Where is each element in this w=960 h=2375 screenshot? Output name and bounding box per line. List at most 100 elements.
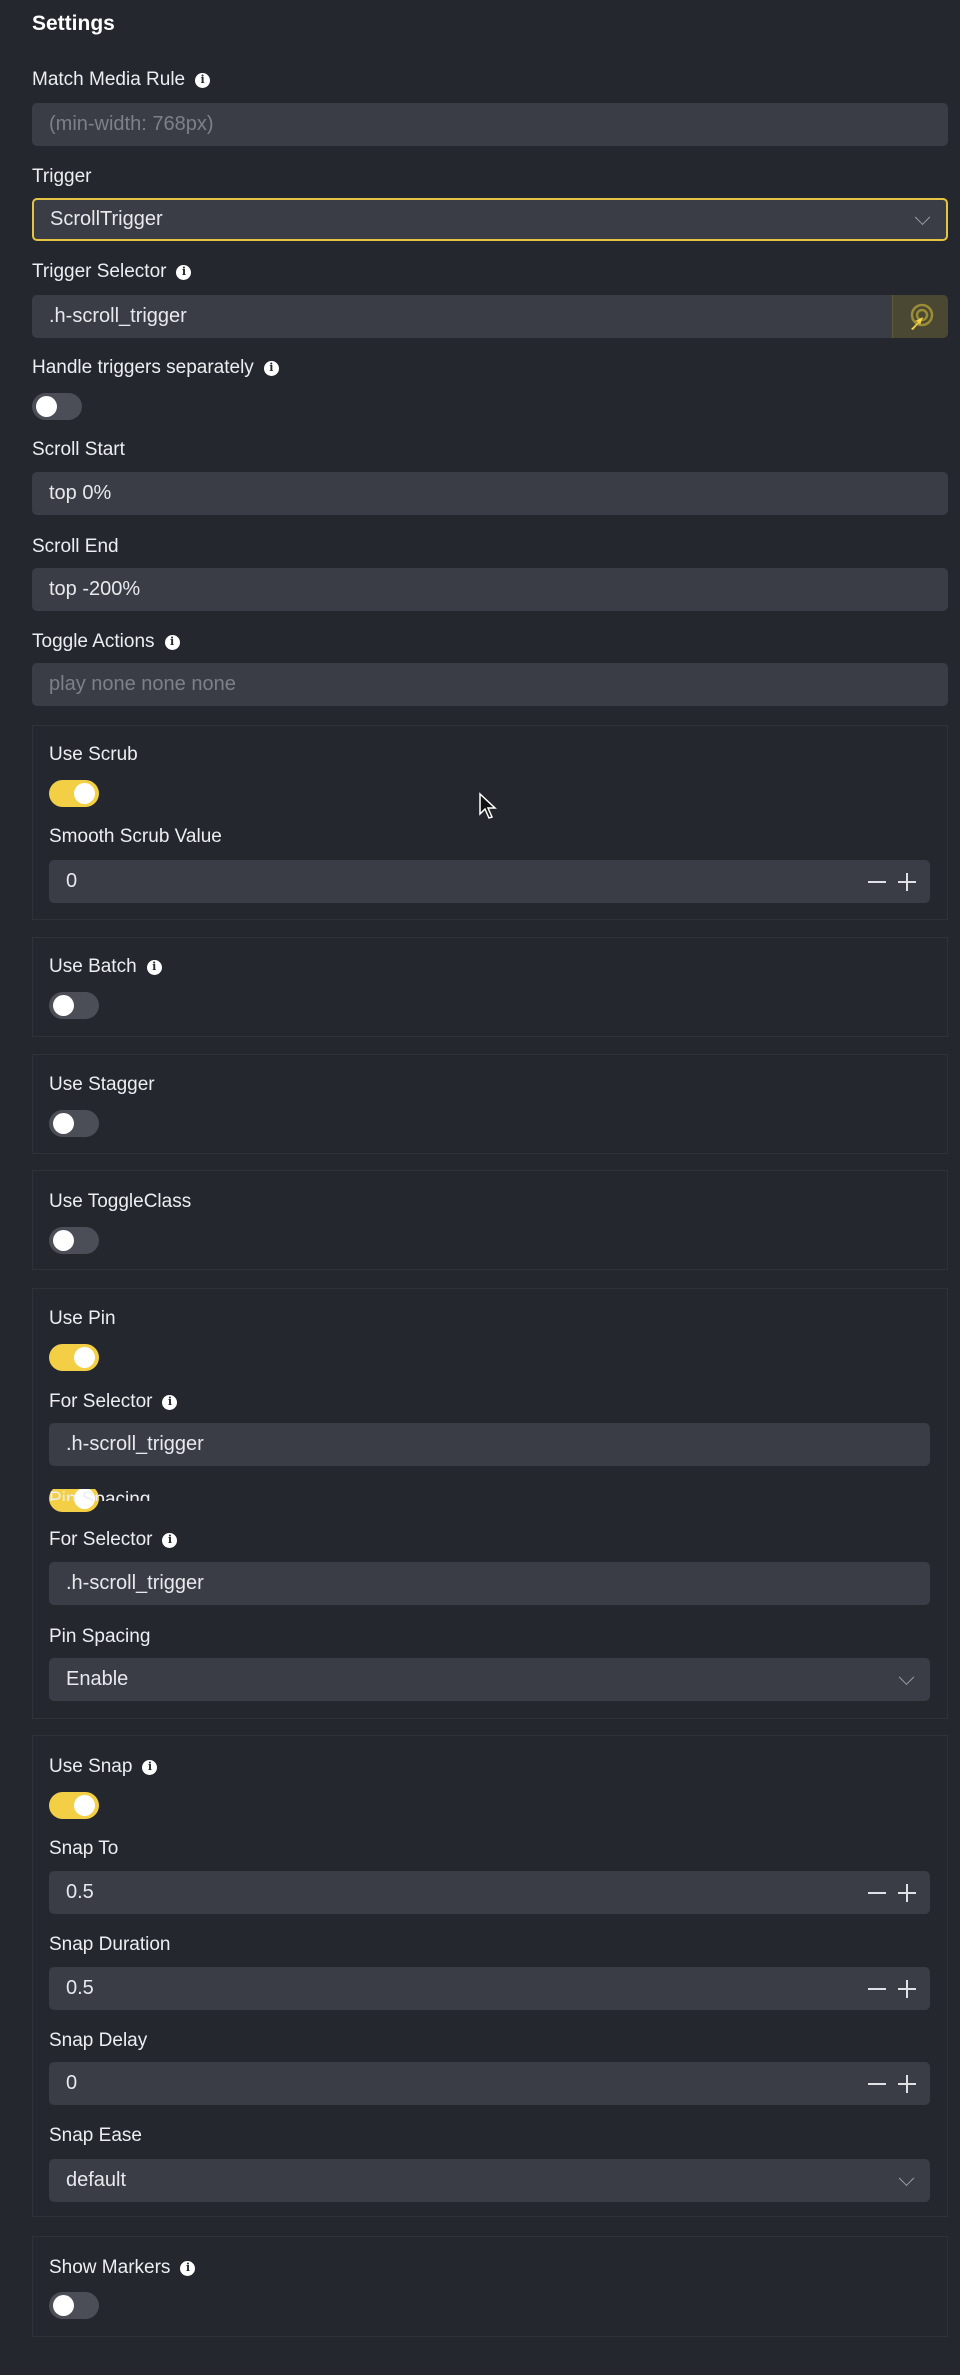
use-toggleclass-toggle[interactable] bbox=[49, 1227, 99, 1254]
info-icon[interactable]: i bbox=[142, 1759, 158, 1775]
info-icon[interactable]: i bbox=[164, 634, 180, 650]
toggle-knob bbox=[53, 1113, 74, 1134]
pin-spacing-select-value: Enable bbox=[66, 1668, 129, 1690]
snap-duration-label: Snap Duration bbox=[49, 1934, 170, 1956]
for-selector-input-2[interactable]: .h-scroll_trigger bbox=[49, 1562, 930, 1605]
label-text: Trigger bbox=[32, 166, 92, 187]
label-text: Snap Ease bbox=[49, 2125, 142, 2146]
label-text: Use Snap bbox=[49, 1756, 133, 1777]
use-pin-label: Use Pin bbox=[49, 1308, 116, 1330]
decrement-button[interactable] bbox=[868, 1891, 886, 1894]
use-scrub-toggle[interactable] bbox=[49, 780, 99, 807]
for-selector-input-2-value: .h-scroll_trigger bbox=[66, 1572, 204, 1594]
scroll-start-label: Scroll Start bbox=[32, 439, 125, 461]
match-media-label: Match Media Rule i bbox=[32, 69, 211, 91]
smooth-scrub-input-value: 0 bbox=[66, 870, 78, 892]
trigger-select-value: ScrollTrigger bbox=[50, 208, 163, 230]
toggle-knob bbox=[74, 1795, 95, 1816]
ghost-label: Pin Spacing bbox=[49, 1489, 151, 1501]
ghost-pin-spacing: Pin Spacing bbox=[49, 1489, 249, 1512]
target-picker-button[interactable] bbox=[892, 295, 948, 338]
smooth-scrub-input[interactable]: 0 bbox=[49, 860, 930, 903]
decrement-button[interactable] bbox=[868, 1987, 886, 1990]
info-icon[interactable]: i bbox=[180, 2260, 196, 2276]
label-text: Handle triggers separately bbox=[32, 357, 254, 378]
info-icon[interactable]: i bbox=[176, 264, 192, 280]
pin-spacing-select[interactable]: Enable bbox=[49, 1658, 930, 1701]
toggle-knob bbox=[74, 1347, 95, 1368]
toggle-actions-input[interactable]: play none none none bbox=[32, 663, 948, 706]
scroll-start-input[interactable]: top 0% bbox=[32, 472, 948, 515]
decrement-button[interactable] bbox=[868, 880, 886, 883]
panel-title: Settings bbox=[32, 12, 115, 35]
toggle-knob bbox=[53, 995, 74, 1016]
use-stagger-toggle[interactable] bbox=[49, 1110, 99, 1137]
snap-delay-input-value: 0 bbox=[66, 2072, 78, 2094]
use-scrub-label: Use Scrub bbox=[49, 744, 138, 766]
label-text: Use Pin bbox=[49, 1308, 116, 1329]
toggle-knob bbox=[36, 396, 57, 417]
label-text: Snap Duration bbox=[49, 1934, 171, 1955]
label-text: Toggle Actions bbox=[32, 631, 155, 652]
for-selector-label-2: For Selector i bbox=[49, 1529, 178, 1551]
info-icon[interactable]: i bbox=[162, 1394, 178, 1410]
label-text: Scroll End bbox=[32, 536, 119, 557]
increment-button[interactable] bbox=[898, 1883, 916, 1902]
snap-to-input[interactable]: 0.5 bbox=[49, 1871, 930, 1914]
smooth-scrub-label: Smooth Scrub Value bbox=[49, 826, 222, 848]
match-media-input[interactable]: (min-width: 768px) bbox=[32, 103, 948, 146]
info-icon[interactable]: i bbox=[162, 1532, 178, 1548]
label-text: Pin Spacing bbox=[49, 1626, 151, 1647]
for-selector-label: For Selector i bbox=[49, 1391, 178, 1413]
label-text: Trigger Selector bbox=[32, 261, 167, 282]
toggle-actions-input-value: play none none none bbox=[49, 673, 236, 695]
pin-spacing-label: Pin Spacing bbox=[49, 1626, 150, 1648]
trigger-selector-label: Trigger Selector i bbox=[32, 261, 192, 283]
snap-to-input-value: 0.5 bbox=[66, 1881, 94, 1903]
snap-to-label: Snap To bbox=[49, 1838, 118, 1860]
trigger-label: Trigger bbox=[32, 166, 91, 188]
for-selector-input[interactable]: .h-scroll_trigger bbox=[49, 1423, 930, 1466]
chevron-down-icon bbox=[914, 208, 931, 225]
toggleclass-section bbox=[32, 1170, 948, 1270]
snap-ease-select[interactable]: default bbox=[49, 2159, 930, 2202]
toggle-knob bbox=[53, 2295, 74, 2316]
label-text: Use Batch bbox=[49, 956, 137, 977]
trigger-selector-input-value: .h-scroll_trigger bbox=[49, 305, 187, 327]
use-pin-toggle[interactable] bbox=[49, 1344, 99, 1371]
stagger-section bbox=[32, 1054, 948, 1154]
snap-ease-label: Snap Ease bbox=[49, 2125, 142, 2147]
use-batch-toggle[interactable] bbox=[49, 992, 99, 1019]
snap-duration-input[interactable]: 0.5 bbox=[49, 1967, 930, 2010]
label-text: Match Media Rule bbox=[32, 69, 186, 90]
toggle-actions-label: Toggle Actions i bbox=[32, 631, 180, 653]
trigger-selector-input[interactable]: .h-scroll_trigger bbox=[32, 295, 948, 338]
info-icon[interactable]: i bbox=[195, 72, 211, 88]
handle-separately-toggle[interactable] bbox=[32, 393, 82, 420]
show-markers-toggle[interactable] bbox=[49, 2292, 99, 2319]
batch-section bbox=[32, 937, 948, 1037]
use-batch-label: Use Batch i bbox=[49, 956, 162, 978]
use-snap-label: Use Snap i bbox=[49, 1756, 158, 1778]
increment-button[interactable] bbox=[898, 872, 916, 891]
decrement-button[interactable] bbox=[868, 2082, 886, 2085]
target-picker-icon bbox=[910, 303, 933, 330]
label-text: Smooth Scrub Value bbox=[49, 826, 222, 847]
toggle-knob bbox=[53, 1230, 74, 1251]
use-snap-toggle[interactable] bbox=[49, 1792, 99, 1819]
chevron-down-icon bbox=[898, 1668, 915, 1685]
trigger-select[interactable]: ScrollTrigger bbox=[32, 198, 948, 241]
snap-ease-select-value: default bbox=[66, 2169, 127, 2191]
mouse-cursor-icon bbox=[479, 792, 497, 819]
snap-delay-input[interactable]: 0 bbox=[49, 2062, 930, 2105]
label-text: For Selector bbox=[49, 1529, 153, 1550]
info-icon[interactable]: i bbox=[146, 959, 162, 975]
increment-button[interactable] bbox=[898, 2074, 916, 2093]
use-stagger-label: Use Stagger bbox=[49, 1074, 155, 1096]
info-icon[interactable]: i bbox=[263, 360, 279, 376]
label-text: Scroll Start bbox=[32, 439, 125, 460]
increment-button[interactable] bbox=[898, 1979, 916, 1998]
scroll-end-input[interactable]: top -200% bbox=[32, 568, 948, 611]
markers-section bbox=[32, 2236, 948, 2337]
handle-separately-label: Handle triggers separately i bbox=[32, 357, 279, 379]
